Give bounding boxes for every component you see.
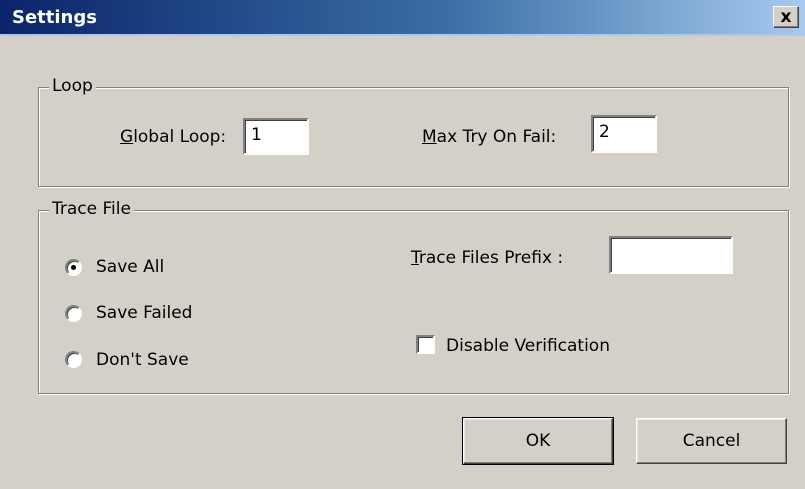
save-failed-label[interactable]: Save Failed: [96, 303, 192, 323]
global-loop-input[interactable]: 1: [243, 118, 309, 155]
trace-file-group-label: Trace File: [49, 199, 134, 219]
save-all-label[interactable]: Save All: [96, 257, 164, 277]
loop-group-label: Loop: [49, 76, 96, 96]
ok-button[interactable]: OK: [462, 417, 614, 465]
dont-save-label[interactable]: Don't Save: [96, 350, 189, 370]
cancel-button[interactable]: Cancel: [636, 418, 787, 464]
save-all-radio[interactable]: [65, 259, 82, 276]
save-failed-radio[interactable]: [65, 305, 82, 322]
trace-prefix-input[interactable]: [609, 236, 733, 274]
title-bar: Settings x: [0, 0, 805, 36]
close-button[interactable]: x: [773, 6, 799, 28]
trace-prefix-label: Trace Files Prefix :: [411, 248, 564, 268]
disable-verification-checkbox[interactable]: [416, 335, 435, 354]
dont-save-radio[interactable]: [65, 351, 82, 368]
radio-selected-dot: [71, 265, 76, 270]
disable-verification-label[interactable]: Disable Verification: [446, 336, 610, 356]
max-try-label: Max Try On Fail:: [422, 127, 557, 147]
close-icon: x: [780, 7, 792, 27]
global-loop-label: Global Loop:: [120, 127, 227, 147]
window-title: Settings: [12, 7, 97, 28]
max-try-input[interactable]: 2: [591, 115, 657, 153]
